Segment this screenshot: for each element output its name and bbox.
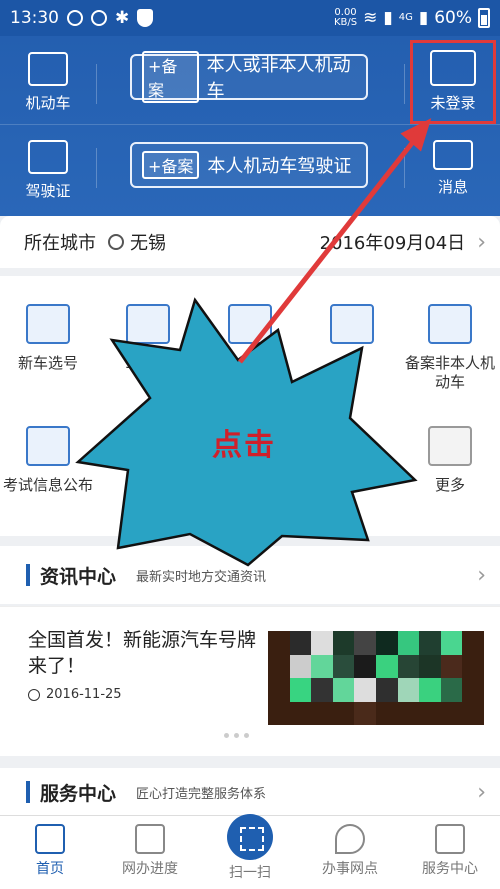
separator bbox=[96, 148, 97, 188]
register-doc-icon bbox=[428, 304, 472, 344]
carousel-dot bbox=[224, 733, 229, 738]
clock-icon bbox=[28, 688, 40, 701]
register-vehicle-text: 本人或非本人机动车 bbox=[206, 55, 351, 102]
service-section-subtitle: 匠心打造完整服务体系 bbox=[136, 786, 267, 802]
tab-label: 扫一扫 bbox=[229, 865, 271, 881]
service-used-car[interactable]: 二手车 bbox=[100, 304, 196, 373]
current-date: 2016年09月04日 bbox=[319, 233, 466, 254]
vehicle-label: 机动车 bbox=[25, 94, 71, 112]
carousel-dot bbox=[244, 733, 249, 738]
service-car[interactable] bbox=[202, 304, 298, 354]
messages-label: 消息 bbox=[437, 178, 468, 196]
messages-button[interactable]: 消息 bbox=[418, 140, 488, 197]
service-more[interactable]: 更多 bbox=[402, 426, 498, 495]
battery-level: 60% bbox=[434, 8, 472, 28]
locate-icon bbox=[108, 234, 124, 250]
location-pin-icon bbox=[91, 10, 107, 26]
bottom-tab-bar: 首页 网办进度 扫一扫 办事网点 服务中心 bbox=[0, 814, 500, 889]
city-row[interactable]: 所在城市 无锡 2016年09月04日 › bbox=[0, 216, 500, 268]
network-type: 4G bbox=[398, 12, 413, 23]
service-notice[interactable] bbox=[304, 304, 400, 354]
click-annotation-text: 点击 bbox=[212, 428, 276, 463]
separator bbox=[96, 64, 97, 104]
city-name: 无锡 bbox=[130, 233, 166, 254]
tab-scan[interactable]: 扫一扫 bbox=[200, 814, 300, 889]
news-section-title: 资讯中心 bbox=[40, 565, 117, 588]
city-label: 所在城市 bbox=[24, 233, 96, 254]
news-title: 全国首发！新能源汽车号牌来了！ bbox=[28, 629, 257, 677]
service-section-header[interactable]: 服务中心 匠心打造完整服务体系 › bbox=[0, 768, 500, 816]
license-button[interactable]: 驾驶证 bbox=[18, 140, 78, 201]
new-car-plate-icon bbox=[26, 304, 70, 344]
used-car-icon bbox=[126, 304, 170, 344]
exam-info-icon bbox=[26, 426, 70, 466]
service-exam-info[interactable]: 考试信息公布 bbox=[0, 426, 96, 495]
home-icon bbox=[35, 824, 65, 854]
services-grid: 新车选号 二手车 备案非本人机动车 考试信息公布 更多 bbox=[0, 276, 500, 536]
chevron-right-icon: › bbox=[477, 779, 486, 805]
status-bar: 13:30 ✱ 0.00 KB/S ≋ ▮ 4G ▮ 60% bbox=[0, 0, 500, 36]
service-register-other-vehicle[interactable]: 备案非本人机动车 bbox=[402, 304, 498, 392]
carousel-dot bbox=[234, 733, 239, 738]
separator bbox=[404, 64, 405, 104]
tab-label: 网办进度 bbox=[122, 861, 178, 877]
news-section-subtitle: 最新实时地方交通资讯 bbox=[136, 569, 267, 585]
tab-label: 首页 bbox=[36, 861, 64, 877]
register-vehicle-button[interactable]: +备案 本人或非本人机动车 bbox=[130, 51, 368, 103]
news-item[interactable]: 全国首发！新能源汽车号牌来了！ 2016-11-25 bbox=[0, 606, 500, 756]
tab-label: 办事网点 bbox=[322, 861, 378, 877]
service-label: 备案非本人机动车 bbox=[404, 354, 495, 391]
chevron-right-icon: › bbox=[477, 562, 486, 588]
news-date-text: 2016-11-25 bbox=[46, 687, 122, 702]
news-date: 2016-11-25 bbox=[28, 687, 122, 702]
service-section-title: 服务中心 bbox=[40, 782, 117, 805]
car-icon bbox=[228, 304, 272, 344]
signal-icon-2: ▮ bbox=[418, 8, 429, 28]
section-marker bbox=[26, 781, 30, 803]
register-license-button[interactable]: +备案 本人机动车驾驶证 bbox=[130, 142, 368, 188]
vehicle-button[interactable]: 机动车 bbox=[18, 52, 78, 113]
notice-board-icon bbox=[330, 304, 374, 344]
signal-icon: ▮ bbox=[383, 8, 393, 28]
bluetooth-icon: ✱ bbox=[115, 8, 130, 28]
vehicle-icon bbox=[28, 52, 68, 86]
tab-label: 服务中心 bbox=[422, 861, 478, 877]
envelope-icon bbox=[433, 140, 473, 170]
tab-service-center[interactable]: 服务中心 bbox=[400, 816, 500, 889]
service-label: 考试信息公布 bbox=[2, 476, 93, 494]
separator bbox=[404, 148, 405, 188]
scan-icon bbox=[227, 814, 273, 860]
progress-icon bbox=[135, 824, 165, 854]
carousel-dots bbox=[224, 733, 249, 738]
chevron-right-icon: › bbox=[477, 229, 486, 255]
news-section-header[interactable]: 资讯中心 最新实时地方交通资讯 › bbox=[0, 546, 500, 604]
service-new-car-plate[interactable]: 新车选号 bbox=[0, 304, 96, 373]
service-icon bbox=[435, 824, 465, 854]
tab-service-points[interactable]: 办事网点 bbox=[300, 816, 400, 889]
section-marker bbox=[26, 564, 30, 586]
alarm-icon bbox=[67, 10, 83, 26]
register-tag: +备案 bbox=[142, 151, 200, 179]
wifi-icon: ≋ bbox=[363, 8, 378, 28]
net-speed: 0.00 KB/S bbox=[333, 7, 358, 28]
tab-home[interactable]: 首页 bbox=[0, 816, 100, 889]
login-highlight-box bbox=[410, 40, 496, 124]
tab-progress[interactable]: 网办进度 bbox=[100, 816, 200, 889]
id-card-icon bbox=[28, 140, 68, 174]
header-divider bbox=[0, 124, 500, 125]
service-label: 二手车 bbox=[125, 354, 171, 372]
register-tag: +备案 bbox=[142, 51, 199, 103]
service-label: 更多 bbox=[434, 476, 465, 494]
location-icon bbox=[335, 824, 365, 854]
more-grid-icon bbox=[428, 426, 472, 466]
license-label: 驾驶证 bbox=[25, 182, 71, 200]
service-label: 新车选号 bbox=[17, 354, 78, 372]
shield-icon bbox=[137, 9, 154, 27]
status-time: 13:30 bbox=[10, 8, 59, 28]
battery-icon bbox=[478, 8, 490, 28]
news-thumbnail bbox=[268, 631, 484, 725]
register-license-text: 本人机动车驾驶证 bbox=[207, 156, 352, 177]
